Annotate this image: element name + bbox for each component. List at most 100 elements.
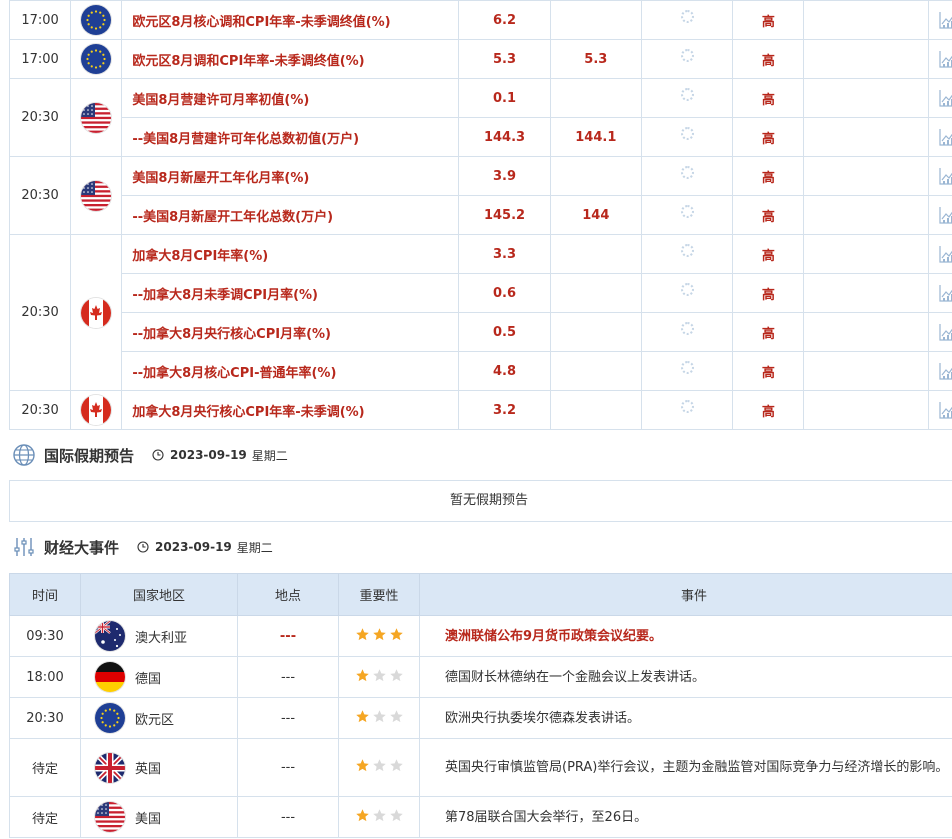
importance-level: 高 bbox=[732, 156, 805, 196]
event-description[interactable]: 澳洲联储公布9月货币政策会议纪要。 bbox=[419, 615, 952, 657]
indicator-name[interactable]: --加拿大8月核心CPI-普通年率(%) bbox=[121, 351, 460, 391]
previous-value: 0.6 bbox=[458, 273, 551, 313]
loading-icon bbox=[680, 165, 694, 179]
holiday-date-value: 2023-09-19 bbox=[170, 448, 247, 462]
event-row: 待定 英国 --- 英国央行审慎监管局(PRA)举行会议，主题为金融监管对国际竞争力与… bbox=[9, 738, 952, 797]
event-row: 18:00 德国 --- 德国财长林德纳在一个金融会议上发表讲话。 bbox=[9, 656, 952, 698]
flag-us-icon bbox=[95, 802, 125, 832]
chart-icon[interactable] bbox=[938, 283, 952, 303]
chart-icon[interactable] bbox=[938, 205, 952, 225]
interpretation-cell bbox=[803, 0, 929, 40]
event-place: --- bbox=[237, 697, 339, 739]
chart-icon[interactable] bbox=[938, 322, 952, 342]
chart-cell[interactable] bbox=[927, 0, 952, 40]
actual-value bbox=[640, 78, 734, 118]
event-description[interactable]: 英国央行审慎监管局(PRA)举行会议，主题为金融监管对国际竞争力与经济增长的影响… bbox=[419, 738, 952, 797]
event-importance bbox=[338, 738, 420, 797]
chart-icon[interactable] bbox=[938, 400, 952, 420]
header-importance: 重要性 bbox=[338, 573, 420, 616]
star-icon bbox=[389, 668, 403, 681]
event-importance bbox=[338, 697, 420, 739]
actual-value bbox=[640, 195, 734, 235]
chart-cell[interactable] bbox=[927, 195, 952, 235]
indicator-name[interactable]: --加拿大8月央行核心CPI月率(%) bbox=[121, 312, 460, 352]
event-time: 20:30 bbox=[9, 697, 81, 739]
header-time: 时间 bbox=[9, 573, 81, 616]
events-table: 时间 国家地区 地点 重要性 事件 09:30 澳大利亚 --- 澳洲联储公布9月货币… bbox=[9, 573, 952, 838]
interpretation-cell bbox=[803, 39, 929, 79]
importance-level: 高 bbox=[732, 312, 805, 352]
calendar-row: --加拿大8月未季调CPI月率(%) 0.6 高 bbox=[10, 273, 952, 313]
interpretation-cell bbox=[803, 78, 929, 118]
header-event: 事件 bbox=[419, 573, 952, 616]
interpretation-cell bbox=[803, 156, 929, 196]
star-icon bbox=[372, 808, 386, 821]
events-section-header: 财经大事件 2023-09-19 星期二 bbox=[12, 532, 273, 562]
indicator-name[interactable]: 欧元区8月核心调和CPI年率-未季调终值(%) bbox=[121, 0, 460, 40]
interpretation-cell bbox=[803, 234, 929, 274]
forecast-value bbox=[549, 273, 642, 313]
event-place: --- bbox=[237, 796, 339, 838]
indicator-name[interactable]: 加拿大8月CPI年率(%) bbox=[121, 234, 460, 274]
star-icon bbox=[372, 709, 386, 722]
country-flag bbox=[70, 390, 123, 430]
chart-icon[interactable] bbox=[938, 49, 952, 69]
event-description[interactable]: 欧洲央行执委埃尔德森发表讲话。 bbox=[419, 697, 952, 739]
event-country: 美国 bbox=[80, 796, 238, 838]
indicator-name[interactable]: 加拿大8月央行核心CPI年率-未季调(%) bbox=[121, 390, 460, 430]
chart-icon[interactable] bbox=[938, 127, 952, 147]
chart-icon[interactable] bbox=[938, 166, 952, 186]
interpretation-cell bbox=[803, 195, 929, 235]
forecast-value: 5.3 bbox=[549, 39, 642, 79]
chart-icon[interactable] bbox=[938, 88, 952, 108]
calendar-row: 17:00 欧元区8月核心调和CPI年率-未季调终值(%) 6.2 高 bbox=[8, 0, 952, 40]
importance-level: 高 bbox=[732, 39, 805, 79]
event-description[interactable]: 第78届联合国大会举行，至26日。 bbox=[419, 796, 952, 838]
star-icon bbox=[389, 808, 403, 821]
star-icon bbox=[372, 668, 386, 681]
chart-cell[interactable] bbox=[927, 117, 952, 157]
indicator-name[interactable]: 美国8月新屋开工年化月率(%) bbox=[121, 156, 460, 196]
chart-icon[interactable] bbox=[938, 361, 952, 381]
event-description[interactable]: 德国财长林德纳在一个金融会议上发表讲话。 bbox=[419, 656, 952, 698]
events-date-value: 2023-09-19 bbox=[155, 540, 232, 554]
flag-gb-icon bbox=[95, 752, 125, 783]
star-icon bbox=[355, 668, 369, 681]
event-row: 09:30 澳大利亚 --- 澳洲联储公布9月货币政策会议纪要。 bbox=[9, 615, 952, 657]
event-place: --- bbox=[237, 738, 339, 797]
chart-icon[interactable] bbox=[938, 244, 952, 264]
indicator-name[interactable]: --加拿大8月未季调CPI月率(%) bbox=[121, 273, 460, 313]
indicator-name[interactable]: 美国8月营建许可月率初值(%) bbox=[121, 78, 460, 118]
header-country: 国家地区 bbox=[80, 573, 238, 616]
chart-cell[interactable] bbox=[927, 390, 952, 430]
flag-ca-icon bbox=[81, 297, 112, 328]
event-row: 待定 美国 --- 第78届联合国大会举行，至26日。 bbox=[9, 796, 952, 838]
country-name: 德国 bbox=[135, 671, 162, 687]
event-country: 英国 bbox=[80, 738, 238, 797]
country-name: 澳大利亚 bbox=[135, 630, 188, 646]
holiday-title: 国际假期预告 bbox=[44, 446, 135, 465]
chart-cell[interactable] bbox=[927, 234, 952, 274]
previous-value: 6.2 bbox=[458, 0, 551, 40]
loading-icon bbox=[680, 48, 694, 62]
importance-level: 高 bbox=[732, 273, 805, 313]
chart-cell[interactable] bbox=[927, 78, 952, 118]
indicator-name[interactable]: 欧元区8月调和CPI年率-未季调终值(%) bbox=[121, 39, 460, 79]
calendar-row: 20:30 美国8月新屋开工年化月率(%) 3.9 高 bbox=[8, 156, 952, 235]
clock-icon bbox=[152, 449, 164, 461]
chart-icon[interactable] bbox=[938, 10, 952, 30]
chart-cell[interactable] bbox=[927, 39, 952, 79]
indicator-name[interactable]: --美国8月营建许可年化总数初值(万户) bbox=[121, 117, 460, 157]
chart-cell[interactable] bbox=[927, 156, 952, 196]
actual-value bbox=[640, 39, 734, 79]
chart-cell[interactable] bbox=[927, 312, 952, 352]
chart-cell[interactable] bbox=[927, 351, 952, 391]
flag-us-icon bbox=[81, 102, 112, 133]
actual-value bbox=[640, 156, 734, 196]
importance-level: 高 bbox=[732, 195, 805, 235]
events-title: 财经大事件 bbox=[44, 538, 120, 557]
importance-level: 高 bbox=[732, 390, 805, 430]
chart-cell[interactable] bbox=[927, 273, 952, 313]
event-time: 17:00 bbox=[8, 0, 72, 40]
indicator-name[interactable]: --美国8月新屋开工年化总数(万户) bbox=[121, 195, 460, 235]
